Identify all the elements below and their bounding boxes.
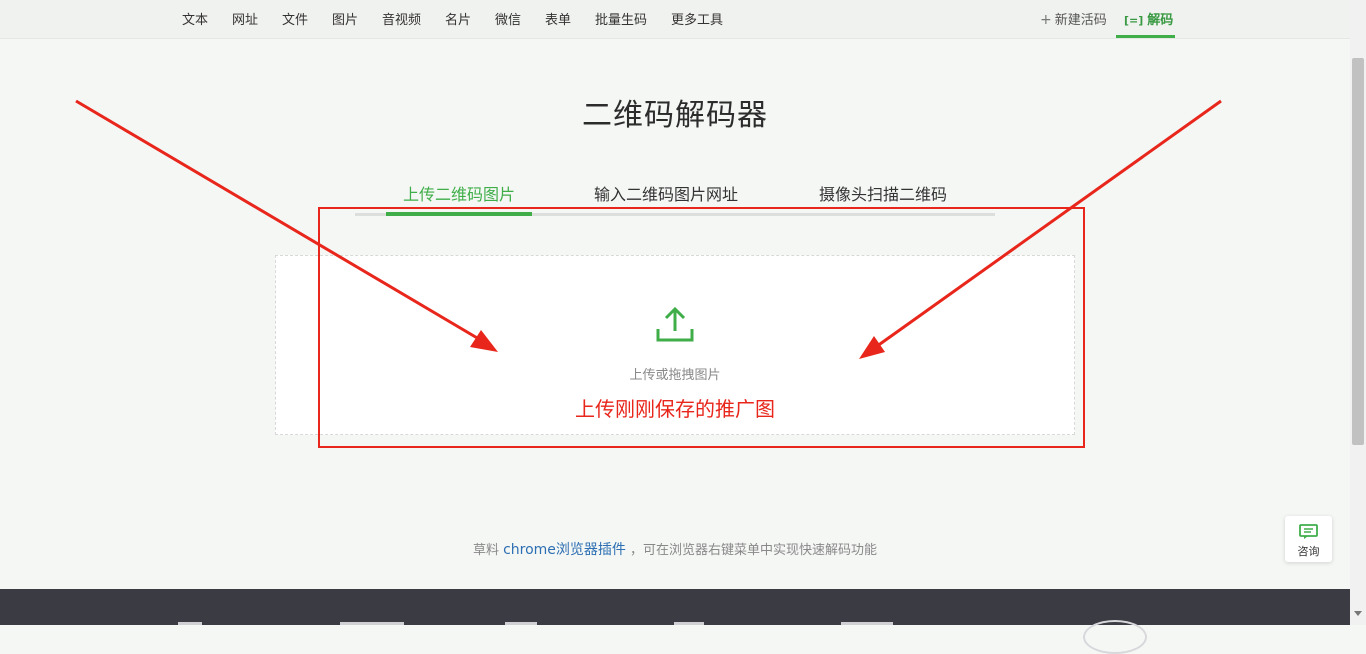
- scan-icon: [=]: [1124, 14, 1144, 27]
- plugin-note: 草料 chrome浏览器插件 ，可在浏览器右键菜单中实现快速解码功能: [0, 539, 1350, 559]
- nav-item-batch[interactable]: 批量生码: [595, 9, 647, 28]
- decode-button[interactable]: [=] 解码: [1124, 9, 1173, 28]
- nav-item-image[interactable]: 图片: [332, 9, 358, 28]
- footer: [0, 589, 1350, 625]
- nav-item-url[interactable]: 网址: [232, 9, 258, 28]
- chat-icon: [1299, 524, 1318, 539]
- plugin-note-prefix: 草料: [472, 543, 504, 558]
- new-live-code-button[interactable]: + 新建活码: [1040, 9, 1107, 28]
- nav-item-more-tools[interactable]: 更多工具: [671, 9, 723, 28]
- nav-item-wechat[interactable]: 微信: [495, 9, 521, 28]
- scroll-down-arrow[interactable]: [1354, 611, 1362, 616]
- nav-item-text[interactable]: 文本: [182, 9, 208, 28]
- tab-image-url[interactable]: 输入二维码图片网址: [594, 181, 738, 205]
- tab-camera-scan[interactable]: 摄像头扫描二维码: [819, 181, 947, 205]
- page-title: 二维码解码器: [582, 98, 768, 133]
- plugin-note-suffix: ，可在浏览器右键菜单中实现快速解码功能: [625, 543, 878, 558]
- top-navigation: 文本 网址 文件 图片 音视频 名片 微信 表单 批量生码 更多工具 + 新建活码…: [0, 0, 1350, 39]
- decode-label: 解码: [1147, 13, 1174, 28]
- scrollbar-thumb[interactable]: [1352, 58, 1364, 445]
- footer-qr-badge: [1083, 620, 1147, 654]
- nav-item-form[interactable]: 表单: [545, 9, 571, 28]
- nav-item-file[interactable]: 文件: [282, 9, 308, 28]
- consult-button[interactable]: 咨询: [1285, 516, 1332, 562]
- active-nav-indicator: [1116, 35, 1175, 38]
- consult-label: 咨询: [1297, 545, 1320, 558]
- plus-icon: +: [1040, 12, 1052, 28]
- tab-upload-image[interactable]: 上传二维码图片: [403, 181, 515, 205]
- chrome-plugin-link[interactable]: chrome浏览器插件: [503, 542, 626, 558]
- new-live-code-label: 新建活码: [1054, 13, 1107, 28]
- nav-item-business-card[interactable]: 名片: [445, 9, 471, 28]
- annotation-box: [318, 207, 1085, 448]
- nav-item-audio-video[interactable]: 音视频: [382, 9, 421, 28]
